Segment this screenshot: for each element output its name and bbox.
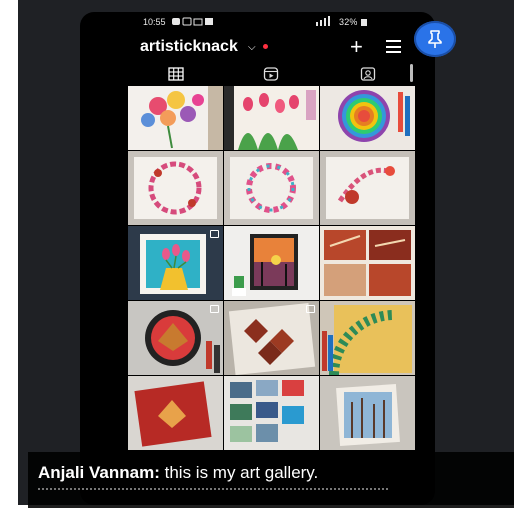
battery-icon bbox=[361, 19, 367, 26]
gallery-post[interactable] bbox=[320, 301, 415, 375]
multi-post-icon bbox=[210, 305, 219, 313]
gallery-post[interactable] bbox=[224, 151, 319, 225]
gallery-post[interactable] bbox=[128, 376, 223, 450]
video-caption: Anjali Vannam: this is my art gallery. bbox=[28, 452, 514, 508]
multi-post-icon bbox=[210, 230, 219, 238]
gallery-post[interactable] bbox=[224, 86, 319, 150]
tagged-icon[interactable] bbox=[360, 67, 376, 81]
post-grid bbox=[128, 86, 415, 454]
status-notification-icons bbox=[172, 17, 213, 26]
status-time: 10:55 bbox=[143, 17, 166, 27]
plus-icon[interactable]: + bbox=[350, 34, 363, 60]
gallery-post[interactable] bbox=[128, 226, 223, 300]
status-bar: 10:55 32% bbox=[80, 12, 435, 34]
caption-text: this is my art gallery. bbox=[164, 463, 319, 482]
gallery-post[interactable] bbox=[224, 226, 319, 300]
profile-username[interactable]: artisticknack bbox=[140, 38, 238, 56]
battery-percent: 32% bbox=[339, 17, 358, 27]
profile-header: artisticknack ⌵ + bbox=[80, 34, 435, 62]
caption-line: Anjali Vannam: this is my art gallery. bbox=[38, 463, 318, 483]
gallery-post[interactable] bbox=[320, 376, 415, 450]
caption-speaker: Anjali Vannam: bbox=[38, 463, 160, 482]
grid-icon[interactable] bbox=[168, 67, 184, 81]
gallery-post[interactable] bbox=[320, 226, 415, 300]
gallery-post[interactable] bbox=[128, 151, 223, 225]
chevron-down-icon[interactable]: ⌵ bbox=[248, 42, 256, 53]
notification-dot bbox=[263, 44, 268, 49]
gallery-post[interactable] bbox=[128, 86, 223, 150]
menu-icon[interactable] bbox=[386, 40, 401, 53]
pin-icon[interactable] bbox=[414, 21, 456, 57]
signal-icon bbox=[316, 16, 330, 26]
multi-post-icon bbox=[306, 305, 315, 313]
reels-icon[interactable] bbox=[263, 67, 279, 81]
gallery-post[interactable] bbox=[128, 301, 223, 375]
gallery-post[interactable] bbox=[224, 301, 319, 375]
caption-ghost-line bbox=[38, 488, 388, 496]
gallery-post[interactable] bbox=[320, 151, 415, 225]
scrollbar[interactable] bbox=[410, 64, 413, 82]
gallery-post[interactable] bbox=[224, 376, 319, 450]
profile-tabs bbox=[80, 64, 435, 86]
gallery-post[interactable] bbox=[320, 86, 415, 150]
